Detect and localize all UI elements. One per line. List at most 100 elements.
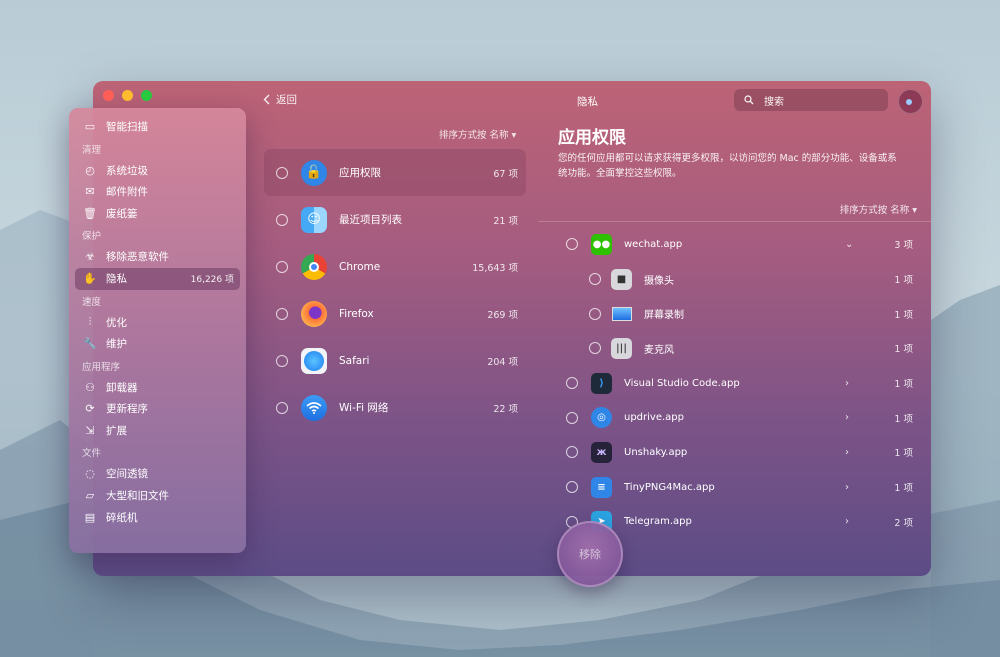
trash-icon: 🗑 <box>83 207 97 221</box>
select-radio[interactable] <box>276 401 288 414</box>
sidebar-item-optimization[interactable]: ⫶ 优化 <box>69 311 246 333</box>
close-window-button[interactable] <box>103 90 114 101</box>
item-count: 67 项 <box>493 168 518 180</box>
chevron-right-icon[interactable]: › <box>845 378 849 389</box>
uninstaller-icon: ⚇ <box>85 380 95 394</box>
zoom-window-button[interactable] <box>141 90 152 101</box>
sidebar-item-smart-scan[interactable]: ▭ 智能扫描 <box>69 116 246 138</box>
chevron-right-icon[interactable]: › <box>845 412 849 423</box>
detail-sort-menu[interactable]: 排序方式按 名称 ▾ <box>840 202 917 216</box>
list-item-recent-items[interactable]: ☺ 最近项目列表 21 项 <box>264 196 526 243</box>
sidebar-item-updater[interactable]: ⟳ 更新程序 <box>69 398 246 420</box>
list-item-app-permissions[interactable]: 🔓 应用权限 67 项 <box>264 149 526 196</box>
select-radio[interactable] <box>566 411 578 424</box>
sidebar-item-mail-attachments[interactable]: ✉ 邮件附件 <box>69 181 246 203</box>
list-item-tinypng[interactable]: ≡ TinyPNG4Mac.app › 1 项 <box>538 470 931 505</box>
select-radio[interactable] <box>566 446 578 459</box>
item-count: 2 项 <box>894 517 913 529</box>
select-radio[interactable] <box>276 307 288 320</box>
select-radio[interactable] <box>276 166 288 179</box>
list-item-microphone[interactable]: ||| 麦克风 1 项 <box>538 331 931 366</box>
search-icon <box>744 95 754 105</box>
chrome-icon <box>301 253 327 280</box>
item-count: 1 项 <box>894 309 913 321</box>
sidebar-item-trash[interactable]: 🗑 废纸篓 <box>69 203 246 225</box>
privacy-category-list: 🔓 应用权限 67 项 ☺ 最近项目列表 21 项 Chrome 15,643 … <box>264 149 526 431</box>
list-item-unshaky[interactable]: ж Unshaky.app › 1 项 <box>538 435 931 470</box>
sidebar-item-large-old-files[interactable]: ▱ 大型和旧文件 <box>69 485 246 507</box>
sidebar-item-space-lens[interactable]: ◌ 空间透镜 <box>69 463 246 485</box>
list-item-updrive[interactable]: ◎ updrive.app › 1 项 <box>538 400 931 435</box>
biohazard-icon: ☣ <box>85 250 95 264</box>
permission-app-list: ●● wechat.app ⌄ 3 项 ■ 摄像头 1 项 屏幕录制 1 项 |… <box>538 227 931 539</box>
update-icon: ⟳ <box>85 402 95 416</box>
sidebar-item-system-junk[interactable]: ◴ 系统垃圾 <box>69 159 246 181</box>
detail-title: 应用权限 <box>558 128 626 148</box>
tinypng-icon: ≡ <box>591 476 612 498</box>
select-radio[interactable] <box>566 377 578 390</box>
select-radio[interactable] <box>566 481 578 494</box>
junk-icon: ◴ <box>85 163 95 177</box>
camera-icon: ■ <box>611 268 632 290</box>
list-item-wifi[interactable]: Wi-Fi 网络 22 项 <box>264 384 526 431</box>
sidebar-item-malware-removal[interactable]: ☣ 移除恶意软件 <box>69 246 246 268</box>
minimize-window-button[interactable] <box>122 90 133 101</box>
sidebar-item-shredder[interactable]: ▤ 碎纸机 <box>69 506 246 528</box>
select-radio[interactable] <box>566 238 578 251</box>
list-item-screen-recording[interactable]: 屏幕录制 1 项 <box>538 296 931 331</box>
select-radio[interactable] <box>589 342 601 355</box>
list-item-firefox[interactable]: Firefox 269 项 <box>264 290 526 337</box>
list-item-safari[interactable]: Safari 204 项 <box>264 337 526 384</box>
item-count: 204 项 <box>487 356 518 368</box>
folder-icon: ▱ <box>85 489 95 503</box>
search-field[interactable]: 搜索 <box>734 89 888 111</box>
display-icon <box>611 303 632 324</box>
sidebar-item-label: 空间透镜 <box>106 468 148 481</box>
item-name: Firefox <box>339 307 374 320</box>
vscode-icon: ⟩ <box>591 372 612 394</box>
sidebar-item-maintenance[interactable]: 🔧 维护 <box>69 333 246 355</box>
safari-icon <box>301 347 327 374</box>
list-item-vscode[interactable]: ⟩ Visual Studio Code.app › 1 项 <box>538 366 931 401</box>
wrench-icon: 🔧 <box>83 337 97 351</box>
back-button[interactable]: 返回 <box>263 92 297 107</box>
item-count: 21 项 <box>493 215 518 227</box>
window-title: 隐私 <box>577 96 598 108</box>
sidebar-item-label: 移除恶意软件 <box>106 251 169 264</box>
item-name: 麦克风 <box>644 344 674 356</box>
chevron-right-icon[interactable]: › <box>845 516 849 527</box>
sidebar-section-header: 清理 <box>82 144 102 156</box>
select-radio[interactable] <box>276 213 288 226</box>
chevron-down-icon[interactable]: ⌄ <box>845 239 853 250</box>
updrive-icon: ◎ <box>591 407 612 429</box>
list-item-wechat[interactable]: ●● wechat.app ⌄ 3 项 <box>538 227 931 262</box>
sidebar-item-label: 扩展 <box>106 424 127 437</box>
item-count: 22 项 <box>493 403 518 415</box>
finder-icon: ☺ <box>301 206 327 233</box>
sidebar-section-header: 速度 <box>82 296 102 308</box>
extensions-icon: ⇲ <box>85 423 95 437</box>
item-count: 1 项 <box>894 448 913 460</box>
chevron-right-icon[interactable]: › <box>845 482 849 493</box>
list-item-chrome[interactable]: Chrome 15,643 项 <box>264 243 526 290</box>
list-item-camera[interactable]: ■ 摄像头 1 项 <box>538 262 931 297</box>
sidebar-item-label: 废纸篓 <box>106 208 138 221</box>
middle-sort-menu[interactable]: 排序方式按 名称 ▾ <box>439 127 516 141</box>
select-radio[interactable] <box>276 260 288 273</box>
remove-button[interactable]: 移除 <box>557 521 623 587</box>
chevron-right-icon[interactable]: › <box>845 447 849 458</box>
sidebar-item-extensions[interactable]: ⇲ 扩展 <box>69 420 246 442</box>
sidebar-item-uninstaller[interactable]: ⚇ 卸载器 <box>69 376 246 398</box>
select-radio[interactable] <box>589 307 601 320</box>
sidebar-item-privacy[interactable]: ✋ 隐私 16,226 项 <box>75 267 240 290</box>
item-count: 1 项 <box>894 379 913 391</box>
item-count: 15,643 项 <box>472 262 518 274</box>
item-name: Visual Studio Code.app <box>624 377 740 389</box>
select-radio[interactable] <box>589 273 601 286</box>
item-name: wechat.app <box>624 238 683 250</box>
select-radio[interactable] <box>276 354 288 367</box>
item-count: 1 项 <box>894 344 913 356</box>
assistant-avatar-button[interactable] <box>898 89 923 114</box>
sidebar-item-label: 邮件附件 <box>106 186 148 199</box>
item-name: TinyPNG4Mac.app <box>624 481 715 493</box>
